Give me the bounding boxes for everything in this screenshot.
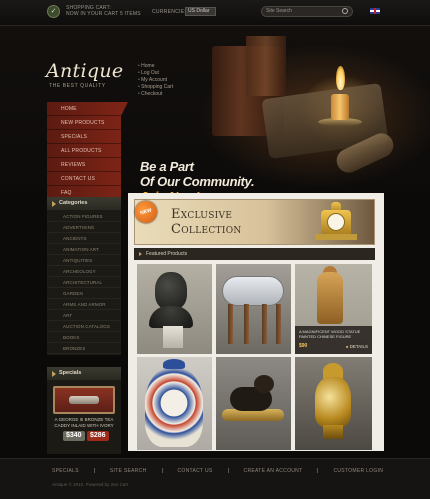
category-item[interactable]: ADVERTISING (47, 222, 121, 233)
currency-select[interactable]: US Dollar (185, 7, 216, 16)
site-tagline: THE BEST QUALITY (49, 83, 106, 89)
product-wood-statue[interactable]: A MAGNIFICENT WOOD STATUE PAINTED CHINES… (295, 264, 372, 354)
footer-link-contact-us[interactable]: CONTACT US (178, 468, 213, 474)
category-item[interactable]: ART (47, 310, 121, 321)
footer: SPECIALS SITE SEARCH CONTACT US CREATE AN A… (0, 458, 430, 499)
clock-base (315, 234, 357, 240)
header-link-logout[interactable]: Log Out (138, 70, 173, 77)
footer-link-site-search[interactable]: SITE SEARCH (110, 468, 147, 474)
footer-link-specials[interactable]: SPECIALS (52, 468, 79, 474)
categories-heading: Categories (47, 197, 121, 210)
site-logo[interactable]: Antique (46, 60, 123, 82)
specials-heading: Specials (47, 367, 121, 380)
cart-icon[interactable]: ✓ (47, 5, 60, 18)
dog-head (254, 375, 274, 393)
specials-box: Specials A GEORGE III BRONZE TEA CADDY I… (47, 367, 121, 454)
candle-image (331, 94, 349, 120)
vase-lid (163, 359, 185, 369)
header-link-checkout[interactable]: Checkout (138, 91, 173, 98)
banner-title-line: Exclusive (171, 207, 233, 222)
header-links: Home Log Out My Account Shopping Cart Ch… (138, 63, 173, 98)
category-item[interactable]: AUCTION CATALOGS (47, 321, 121, 332)
footer-separator (93, 468, 95, 474)
product-price: $90 (299, 343, 308, 349)
nav-home[interactable]: HOME (47, 102, 121, 116)
top-bar: ✓ SHOPPING CART: NOW IN YOUR CART 5 ITEM… (0, 0, 430, 26)
category-item[interactable]: BRONZES (47, 343, 121, 354)
exclusive-collection-banner[interactable]: Exclusive Collection (134, 199, 375, 245)
footer-link-create-account[interactable]: CREATE AN ACCOUNT (244, 468, 303, 474)
sidebar: Categories ACTION FIGURES ADVERTISING AN… (47, 197, 121, 355)
header-link-home[interactable]: Home (138, 63, 173, 70)
categories-list: ACTION FIGURES ADVERTISING ANCIENTS ANIM… (47, 210, 121, 355)
glass-leg (244, 304, 249, 344)
nav-notch (121, 102, 128, 116)
category-item[interactable]: ANTIQUITIES (47, 255, 121, 266)
nav-contact-us[interactable]: CONTACT US (47, 172, 121, 186)
glass-leg (228, 304, 233, 344)
special-new-price: $286 (87, 431, 109, 441)
vase-body (145, 367, 203, 447)
product-bronze-dog[interactable] (216, 357, 291, 450)
nav-all-products[interactable]: ALL PRODUCTS (47, 144, 121, 158)
category-item[interactable]: GARDEN (47, 288, 121, 299)
footer-link-customer-login[interactable]: CUSTOMER LOGIN (333, 468, 383, 474)
product-gilt-urn[interactable] (295, 357, 372, 450)
footer-links: SPECIALS SITE SEARCH CONTACT US CREATE AN A… (52, 468, 398, 474)
cart-summary-count: NOW IN YOUR CART 5 ITEMS (66, 11, 141, 17)
glass-body (222, 276, 284, 306)
header-link-cart[interactable]: Shopping Cart (138, 84, 173, 91)
glass-leg (262, 304, 267, 344)
slogan-line: Be a Part (140, 159, 194, 174)
english-flag-icon[interactable] (370, 8, 380, 14)
category-item[interactable]: ACTION FIGURES (47, 211, 121, 222)
category-item[interactable]: ARCHITECTURAL (47, 277, 121, 288)
books-image (246, 36, 286, 96)
category-item[interactable]: BOOKS (47, 332, 121, 343)
product-caption: A MAGNIFICENT WOOD STATUE PAINTED CHINES… (295, 326, 372, 354)
featured-products-heading: Featured Products (134, 248, 375, 260)
product-bronze-bust[interactable] (137, 264, 212, 354)
bust-pedestal (163, 326, 183, 348)
flame-image (336, 66, 345, 90)
details-link[interactable]: DETAILS (346, 344, 368, 349)
bust-chest (149, 306, 193, 328)
footer-separator (227, 468, 229, 474)
clock-face (327, 213, 345, 231)
bust-head (155, 272, 187, 310)
figure-body (317, 272, 343, 324)
cart-summary[interactable]: SHOPPING CART: NOW IN YOUR CART 5 ITEMS (66, 5, 141, 17)
category-item[interactable]: ARCHEOLOGY (47, 266, 121, 277)
urn-body (315, 377, 351, 427)
footer-separator (161, 468, 163, 474)
nav-reviews[interactable]: REVIEWS (47, 158, 121, 172)
slogan-line: Of Our Community. (140, 174, 255, 189)
category-item[interactable]: ANIMATION ART (47, 244, 121, 255)
gilt-clock-image (311, 202, 361, 242)
banner-title-line: Collection (171, 222, 242, 237)
special-product-image[interactable] (53, 386, 115, 414)
search-input[interactable]: Site Search (261, 6, 353, 17)
search-placeholder: Site Search (266, 8, 292, 14)
glass-leg (276, 304, 281, 344)
product-glass-animal[interactable] (216, 264, 291, 354)
product-porcelain-vase[interactable] (137, 357, 212, 450)
nav-specials[interactable]: SPECIALS (47, 130, 121, 144)
urn-foot (323, 425, 343, 439)
header-link-account[interactable]: My Account (138, 77, 173, 84)
hero-banner: Antique THE BEST QUALITY Home Log Out My… (0, 26, 430, 217)
product-caption-text: A MAGNIFICENT WOOD STATUE PAINTED CHINES… (299, 329, 361, 339)
search-icon[interactable] (342, 8, 348, 14)
category-item[interactable]: ARMS AND ARMOR (47, 299, 121, 310)
special-old-price: $340 (63, 431, 85, 441)
footer-separator (317, 468, 319, 474)
copyright-text: Antique © 2010. Powered by Zen Cart (52, 482, 129, 487)
category-item[interactable]: ANCIENTS (47, 233, 121, 244)
nav-new-products[interactable]: NEW PRODUCTS (47, 116, 121, 130)
banner-title: Exclusive Collection (171, 207, 242, 237)
special-product-title[interactable]: A GEORGE III BRONZE TEA CADDY INLAID WIT… (49, 417, 119, 429)
